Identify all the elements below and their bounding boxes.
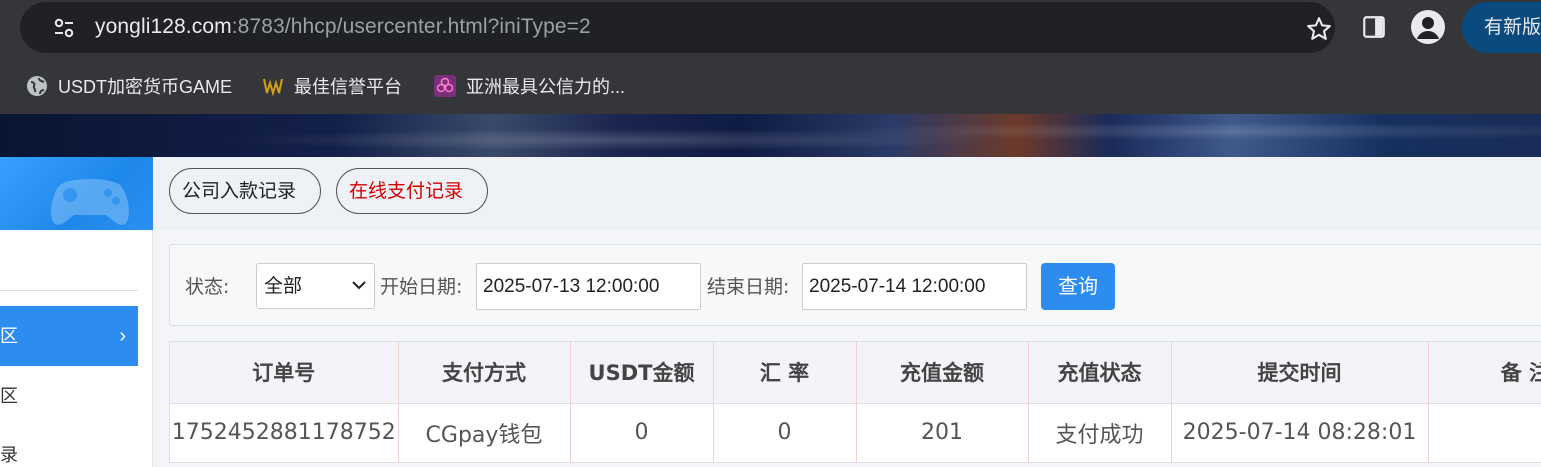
col-order-no: 订单号 xyxy=(170,342,399,404)
filter-bar: 状态: 全部 开始日期: 2025-07-13 12:00:00 结束日期: 2… xyxy=(169,244,1541,326)
col-amount: 充值金额 xyxy=(856,342,1029,404)
url-text[interactable]: yongli128.com:8783/hhcp/usercenter.html?… xyxy=(95,15,591,39)
table-header-row: 订单号 支付方式 USDT金额 汇 率 充值金额 充值状态 提交时间 备 注 xyxy=(170,342,1541,404)
cell-usdt-amount: 0 xyxy=(570,403,714,462)
sidebar: 区 › 区 录 xyxy=(0,157,153,467)
status-select[interactable]: 全部 xyxy=(256,263,375,309)
cell-status: 支付成功 xyxy=(1028,403,1172,462)
bookmark-label: 最佳信誉平台 xyxy=(294,77,402,97)
browser-chrome: yongli128.com:8783/hhcp/usercenter.html?… xyxy=(0,0,1541,114)
sidebar-item-label: 录 xyxy=(0,445,18,465)
col-rate: 汇 率 xyxy=(713,342,857,404)
bookmark-star-icon[interactable] xyxy=(1305,15,1333,43)
cell-submit-time: 2025-07-14 08:28:01 xyxy=(1171,403,1429,462)
url-path: :8783/hhcp/usercenter.html?iniType=2 xyxy=(231,15,591,38)
cell-rate: 0 xyxy=(713,403,857,462)
sidebar-item[interactable]: 区 xyxy=(0,366,138,426)
flower-icon xyxy=(434,75,456,97)
bookmark-item[interactable]: 最佳信誉平台 xyxy=(262,71,402,101)
cell-pay-method: CGpay钱包 xyxy=(398,403,571,462)
side-panel-icon[interactable] xyxy=(1361,14,1387,40)
status-label: 状态: xyxy=(185,276,230,298)
bookmark-item[interactable]: 亚洲最具公信力的... xyxy=(434,71,625,101)
header-banner xyxy=(0,114,1541,157)
main-content: 公司入款记录 在线支付记录 状态: 全部 开始日期: 2025-07-13 12… xyxy=(154,157,1541,467)
col-usdt-amount: USDT金额 xyxy=(570,342,714,404)
site-logo-icon xyxy=(263,78,283,97)
sidebar-item-label: 区 xyxy=(0,386,18,406)
chevron-right-icon: › xyxy=(119,325,126,347)
bookmark-label: 亚洲最具公信力的... xyxy=(466,77,626,97)
record-tabs: 公司入款记录 在线支付记录 xyxy=(154,157,1541,230)
gamepad-icon xyxy=(51,179,129,225)
status-select-value: 全部 xyxy=(264,275,303,297)
update-button[interactable]: 有新版 xyxy=(1462,2,1541,53)
sidebar-divider xyxy=(0,290,138,291)
query-button[interactable]: 查询 xyxy=(1041,263,1115,310)
tab-online-payment[interactable]: 在线支付记录 xyxy=(336,168,488,214)
end-date-input[interactable]: 2025-07-14 12:00:00 xyxy=(802,263,1027,310)
cell-amount: 201 xyxy=(856,403,1029,462)
url-host: yongli128.com xyxy=(95,15,232,38)
bookmark-label: USDT加密货币GAME xyxy=(58,77,233,97)
site-info-icon[interactable] xyxy=(53,17,75,39)
col-status: 充值状态 xyxy=(1028,342,1172,404)
col-submit-time: 提交时间 xyxy=(1171,342,1429,404)
payment-table: 订单号 支付方式 USDT金额 汇 率 充值金额 充值状态 提交时间 备 注 1… xyxy=(169,341,1541,463)
sidebar-item-active[interactable]: 区 › xyxy=(0,306,138,366)
start-date-input[interactable]: 2025-07-13 12:00:00 xyxy=(476,263,701,310)
col-pay-method: 支付方式 xyxy=(398,342,571,404)
address-bar[interactable]: yongli128.com:8783/hhcp/usercenter.html?… xyxy=(20,2,1335,53)
tab-company-deposit[interactable]: 公司入款记录 xyxy=(169,168,321,214)
bookmarks-bar: USDT加密货币GAME 最佳信誉平台 亚洲最具公信力的... xyxy=(0,66,1541,106)
end-date-label: 结束日期: xyxy=(707,276,790,298)
sidebar-item[interactable]: 录 xyxy=(0,425,138,467)
chevron-down-icon xyxy=(352,281,366,290)
cell-remark xyxy=(1428,403,1541,462)
sidebar-header xyxy=(0,157,153,230)
table-row: 1752452881178752 CGpay钱包 0 0 201 支付成功 20… xyxy=(170,403,1541,462)
profile-avatar-icon[interactable] xyxy=(1411,10,1445,44)
globe-icon xyxy=(27,76,47,96)
col-remark: 备 注 xyxy=(1428,342,1541,404)
cell-order-no: 1752452881178752 xyxy=(170,403,399,462)
sidebar-item-label: 区 xyxy=(0,326,18,346)
bookmark-item[interactable]: USDT加密货币GAME xyxy=(26,71,232,101)
start-date-label: 开始日期: xyxy=(380,276,463,298)
